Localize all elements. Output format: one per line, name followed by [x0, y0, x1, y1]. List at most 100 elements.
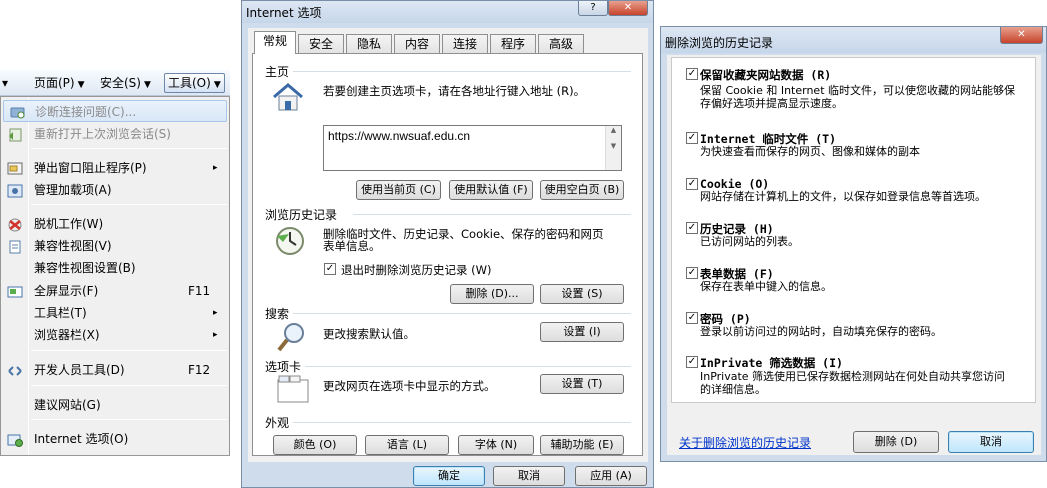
- option-title: InPrivate 筛选数据 (I): [700, 356, 843, 370]
- button-label: 颜色 (O): [293, 438, 337, 451]
- search-settings-button[interactable]: 设置 (I): [540, 322, 624, 342]
- menu-item-developer-tools[interactable]: 开发人员工具(D) F12: [1, 359, 229, 381]
- option-checkbox-inprivate[interactable]: ✓: [686, 356, 698, 368]
- menu-separator: [31, 204, 227, 205]
- languages-button[interactable]: 语言 (L): [365, 435, 449, 455]
- tab-advanced[interactable]: 高级: [538, 34, 584, 53]
- menu-item-compat-view[interactable]: 兼容性视图(V): [1, 235, 229, 257]
- option-desc: 登录以前访问过的网站时，自动填充保存的密码。: [700, 325, 942, 338]
- group-divider: [293, 313, 631, 314]
- fonts-button[interactable]: 字体 (N): [458, 435, 534, 455]
- internet-options-icon: [7, 432, 23, 447]
- manage-addons-icon: [7, 183, 23, 198]
- check-icon: ✓: [687, 222, 697, 233]
- colors-button[interactable]: 颜色 (O): [273, 435, 357, 455]
- menu-item-explorer-bars[interactable]: 浏览器栏(X) ▸: [1, 324, 229, 346]
- option-checkbox-cookies[interactable]: ✓: [686, 178, 698, 190]
- menu-item-suggested-sites[interactable]: 建议网站(G): [1, 394, 229, 416]
- button-label: 使用默认值 (F): [454, 183, 528, 196]
- submenu-arrow-icon: ▸: [213, 308, 218, 318]
- option-checkbox-history[interactable]: ✓: [686, 222, 698, 234]
- use-default-button[interactable]: 使用默认值 (F): [449, 180, 533, 200]
- menu-item-label: 全屏显示(F): [34, 284, 99, 298]
- group-tabs-title: 选项卡: [265, 360, 302, 374]
- safety-menu-button[interactable]: 安全(S) ▼: [100, 74, 151, 92]
- option-desc: 保存在表单中键入的信息。: [700, 280, 832, 293]
- use-blank-button[interactable]: 使用空白页 (B): [540, 180, 624, 200]
- apply-button[interactable]: 应用 (A): [575, 466, 647, 486]
- option-checkbox-temp-files[interactable]: ✓: [686, 132, 698, 144]
- option-desc: InPrivate 筛选使用已保存数据检测网站在何处自动共享您访问: [700, 370, 1006, 383]
- submenu-arrow-icon: ▸: [213, 163, 218, 173]
- option-checkbox-form-data[interactable]: ✓: [686, 267, 698, 279]
- use-current-button[interactable]: 使用当前页 (C): [356, 180, 441, 200]
- tools-menu-button[interactable]: 工具(O) ▼: [164, 73, 225, 93]
- tabs-settings-button[interactable]: 设置 (T): [540, 374, 624, 394]
- menu-item-reopen-session[interactable]: 重新打开上次浏览会话(S): [1, 123, 229, 145]
- menu-item-label: 兼容性视图设置(B): [34, 261, 136, 275]
- history-settings-button[interactable]: 设置 (S): [540, 284, 624, 304]
- cancel-button[interactable]: 取消: [948, 431, 1034, 453]
- general-tab-pane: 主页 若要创建主页选项卡，请在各地址行键入地址 (R)。 https://www…: [252, 53, 643, 456]
- search-desc: 更改搜索默认值。: [323, 327, 415, 341]
- chevron-down-icon: ▼: [77, 80, 85, 90]
- tab-privacy[interactable]: 隐私: [346, 34, 392, 53]
- page-menu-button[interactable]: 页面(P) ▼: [34, 74, 85, 92]
- menu-item-shortcut: F11: [188, 284, 211, 298]
- group-divider: [353, 214, 631, 215]
- menu-item-fullscreen[interactable]: 全屏显示(F) F11: [1, 280, 229, 302]
- menu-item-label: 工具栏(T): [34, 306, 87, 320]
- home-hint: 若要创建主页选项卡，请在各地址行键入地址 (R)。: [323, 84, 586, 98]
- tab-programs[interactable]: 程序: [490, 34, 536, 53]
- option-desc: 的详细信息。: [700, 383, 766, 396]
- option-desc: 已访问网站的列表。: [700, 235, 799, 248]
- option-checkbox-passwords[interactable]: ✓: [686, 312, 698, 324]
- delete-button[interactable]: 删除 (D): [853, 431, 939, 453]
- menu-separator: [31, 419, 227, 420]
- delete-history-button[interactable]: 删除 (D)...: [450, 284, 534, 304]
- delete-on-exit-checkbox[interactable]: ✓: [324, 263, 336, 275]
- tab-connections[interactable]: 连接: [442, 34, 488, 53]
- dialog-client-area: 常规 安全 隐私 内容 连接 程序 高级 主页 若要创建主页选项卡，请在各地址行…: [248, 28, 648, 462]
- tab-label: 内容: [404, 37, 429, 51]
- cancel-button[interactable]: 取消: [493, 466, 565, 486]
- textarea-scrollbar[interactable]: ▲ ▼: [605, 126, 621, 170]
- group-divider: [293, 422, 631, 423]
- menu-item-manage-addons[interactable]: 管理加载项(A): [1, 179, 229, 201]
- dialog-titlebar: Internet 选项 ? ✕: [242, 1, 653, 23]
- close-button[interactable]: ✕: [1000, 27, 1043, 44]
- about-delete-history-link[interactable]: 关于删除浏览的历史记录: [679, 434, 811, 451]
- check-icon: ✓: [687, 178, 697, 189]
- accessibility-button[interactable]: 辅助功能 (E): [540, 435, 624, 455]
- tab-security[interactable]: 安全: [298, 34, 344, 53]
- tools-menu-label: 工具(O): [168, 76, 211, 90]
- delete-on-exit-label: 退出时删除浏览历史记录 (W): [341, 263, 492, 277]
- menu-item-diagnose-connection[interactable]: 诊断连接问题(C)...: [3, 100, 227, 122]
- close-icon: ✕: [1017, 29, 1026, 40]
- button-label: 删除 (D)...: [465, 287, 519, 300]
- help-button[interactable]: ?: [578, 1, 608, 16]
- tab-label: 隐私: [356, 37, 381, 51]
- tools-menu-panel: ▾ 页面(P) ▼ 安全(S) ▼ 工具(O) ▼ 诊断连接问题(C)... 重新打开…: [0, 70, 230, 456]
- menu-item-toolbars[interactable]: 工具栏(T) ▸: [1, 302, 229, 324]
- close-button[interactable]: ✕: [608, 1, 648, 16]
- popup-blocker-icon: [7, 161, 23, 175]
- menu-item-label: 脱机工作(W): [34, 217, 104, 231]
- command-bar: ▾ 页面(P) ▼ 安全(S) ▼ 工具(O) ▼: [0, 70, 230, 96]
- tab-content[interactable]: 内容: [394, 34, 440, 53]
- option-desc: 网站存储在计算机上的文件，以保存如登录信息等首选项。: [700, 190, 986, 203]
- menu-item-compat-view-settings[interactable]: 兼容性视图设置(B): [1, 257, 229, 279]
- ok-button[interactable]: 确定: [413, 466, 485, 486]
- option-checkbox-preserve-favorites[interactable]: ✓: [686, 68, 698, 80]
- menu-item-work-offline[interactable]: 脱机工作(W): [1, 213, 229, 235]
- option-desc: 为快速查看而保存的网页、图像和媒体的副本: [700, 145, 920, 158]
- help-icon: ?: [590, 2, 596, 13]
- tabs-icon: [277, 375, 309, 406]
- menu-item-popup-blocker[interactable]: 弹出窗口阻止程序(P) ▸: [1, 157, 229, 179]
- tab-general[interactable]: 常规: [254, 31, 296, 54]
- tab-label: 高级: [548, 37, 573, 51]
- menu-item-internet-options[interactable]: Internet 选项(O): [1, 428, 229, 450]
- homepage-url-textarea[interactable]: https://www.nwsuaf.edu.cn ▲ ▼: [323, 125, 622, 171]
- commandbar-overflow[interactable]: ▾: [2, 74, 8, 92]
- delete-history-dialog: 删除浏览的历史记录 ✕ ✓ 保留收藏夹网站数据 (R) 保留 Cookie 和 …: [660, 26, 1047, 462]
